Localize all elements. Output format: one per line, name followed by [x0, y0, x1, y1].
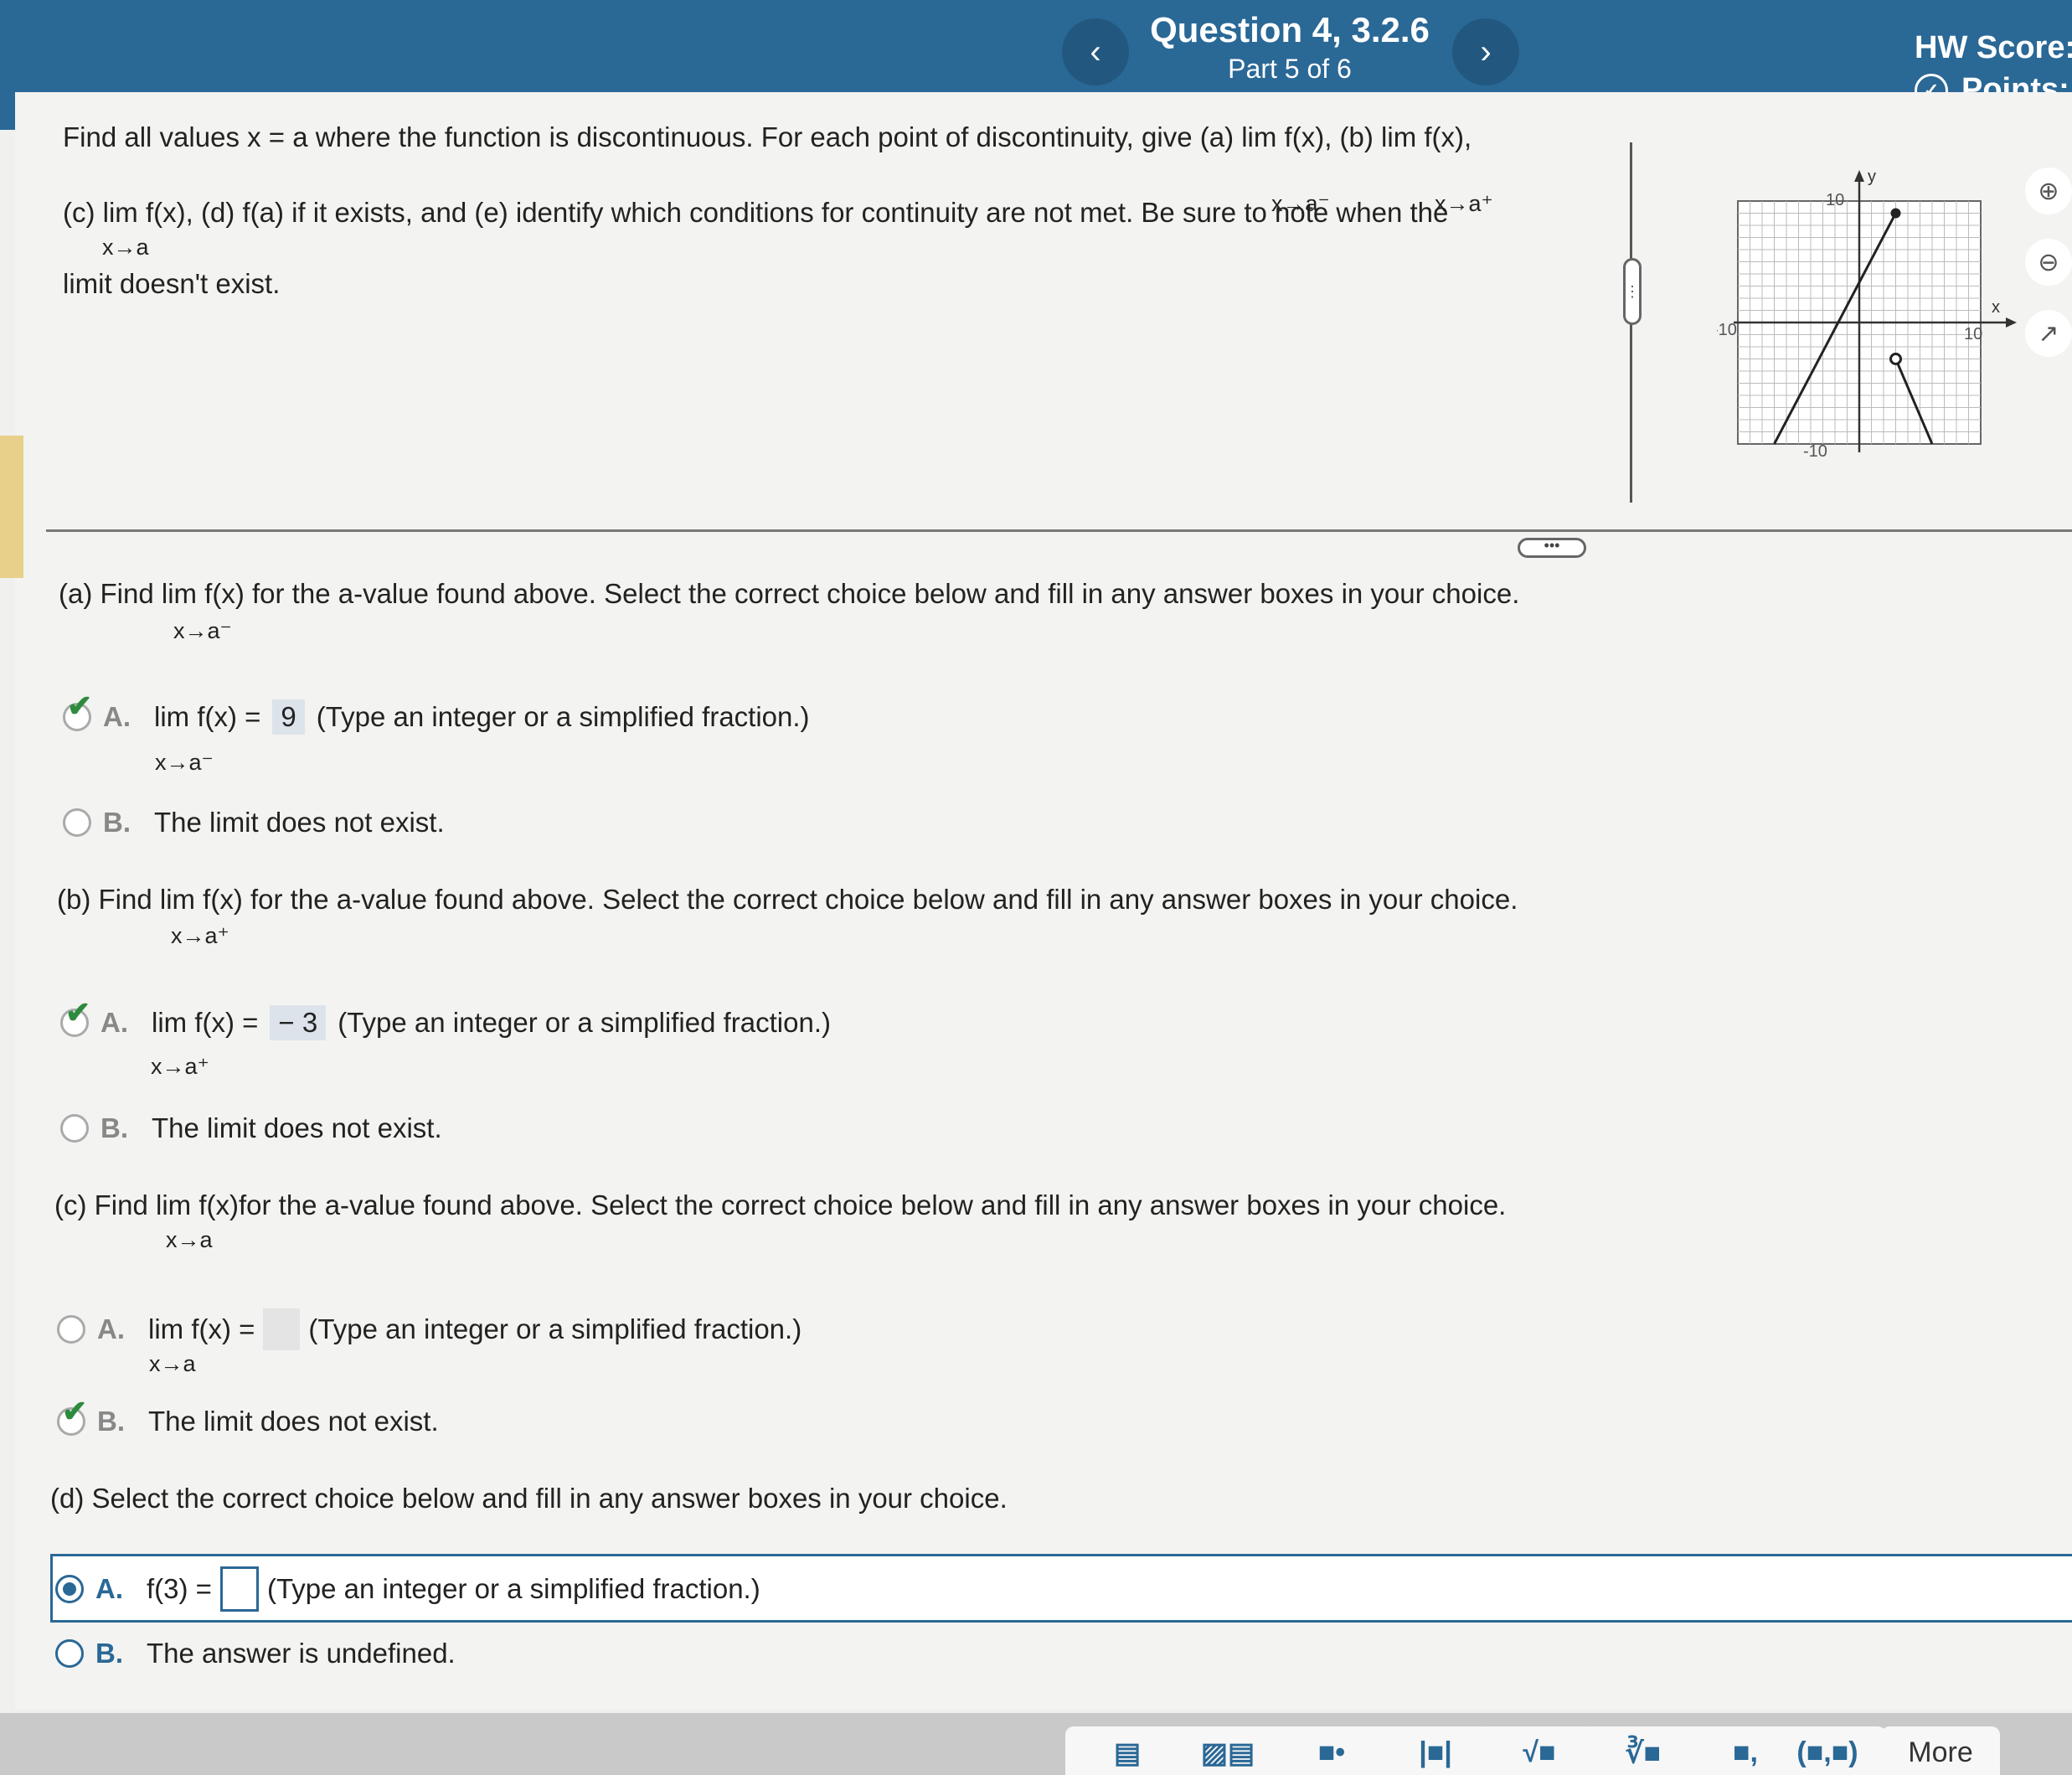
mixed-number-icon: ▨▤ [1200, 1737, 1255, 1769]
part-b-letter-b: B. [101, 1112, 128, 1143]
absolute-value-icon: |■| [1419, 1736, 1452, 1768]
problem-sub-c: x→a [102, 235, 149, 260]
part-c-radio-a[interactable] [57, 1315, 85, 1344]
part-c-hint: (Type an integer or a simplified fractio… [308, 1313, 802, 1344]
chevron-right-icon: › [1480, 33, 1492, 70]
x-tick-left: -10 [1717, 321, 1737, 339]
part-a-radio-b[interactable] [63, 808, 91, 837]
x-tick-right: 10 [1964, 325, 1982, 343]
part-b-choice-sub: x→a⁺ [151, 1054, 209, 1079]
part-a-choice-sub: x→a⁻ [155, 750, 214, 775]
part-b-prompt-sub: x→a⁺ [171, 923, 229, 948]
popout-button[interactable]: ↗ [2025, 310, 2072, 357]
part-b-prompt: (b) Find lim f(x) for the a-value found … [57, 884, 1518, 915]
exponent-icon: ■• [1317, 1736, 1346, 1768]
part-b-radio-b[interactable] [60, 1114, 89, 1143]
problem-line-2: (c) lim f(x), (d) f(a) if it exists, and… [63, 197, 1449, 228]
part-a-choice-b-text: The limit does not exist. [154, 807, 445, 838]
part-b-lim-text: lim f(x) = [152, 1007, 259, 1038]
part-c-letter-b: B. [97, 1406, 125, 1437]
part-d-choice-b-text: The answer is undefined. [147, 1638, 456, 1669]
part-a-lim-text: lim f(x) = [154, 701, 261, 732]
part-c-letter-a: A. [97, 1313, 125, 1344]
part-d-letter-a: A. [95, 1573, 123, 1604]
nth-root-icon: ∛■ [1625, 1737, 1662, 1769]
part-c-choice-b-text: The limit does not exist. [148, 1406, 439, 1437]
fraction-icon: ▤ [1113, 1737, 1142, 1769]
part-b-hint: (Type an integer or a simplified fractio… [338, 1007, 831, 1038]
ordered-pair-icon: (■,■) [1796, 1736, 1858, 1768]
part-c-choice-b[interactable]: B. The limit does not exist. [57, 1406, 439, 1437]
part-c-answer-box[interactable] [263, 1308, 301, 1350]
sqrt-icon: √■ [1523, 1736, 1556, 1768]
closed-endpoint [1890, 208, 1901, 219]
more-button[interactable]: More [1881, 1726, 2000, 1775]
sqrt-button[interactable]: √■ [1481, 1726, 1598, 1775]
x-axis-arrow [2006, 317, 2017, 328]
part-a-prompt: (a) Find lim f(x) for the a-value found … [59, 578, 1520, 609]
part-b-choice-b[interactable]: B. The limit does not exist. [60, 1112, 442, 1144]
external-link-icon: ↗ [2038, 319, 2059, 348]
exponent-button[interactable]: ■• [1273, 1726, 1390, 1775]
part-d-hint: (Type an integer or a simplified fractio… [266, 1573, 760, 1604]
part-b-answer-box[interactable]: − 3 [270, 1005, 327, 1040]
part-a-letter-b: B. [103, 807, 131, 838]
part-c-choice-sub: x→a [149, 1351, 196, 1376]
y-axis-label: y [1868, 168, 1876, 186]
pane-resize-handle[interactable]: ⋮ [1623, 258, 1642, 325]
part-b-choice-a[interactable]: A. lim f(x) = − 3 (Type an integer or a … [60, 1005, 831, 1040]
zoom-out-icon: ⊖ [2038, 248, 2059, 276]
left-accent-bar [0, 436, 23, 578]
part-d-choice-a-text: f(3) = [147, 1573, 212, 1604]
expand-handle[interactable]: ••• [1518, 538, 1586, 558]
y-tick-top: 10 [1826, 191, 1844, 209]
ordered-pair-button[interactable]: (■,■) [1769, 1726, 1886, 1775]
pane-divider-horizontal [46, 529, 2072, 532]
more-label: More [1908, 1736, 1973, 1768]
part-d-choice-b[interactable]: B. The answer is undefined. [55, 1638, 456, 1669]
y-axis-arrow [1854, 170, 1864, 182]
part-a-choice-a[interactable]: A. lim f(x) = 9 (Type an integer or a si… [63, 699, 810, 735]
x-axis-label: x [1992, 298, 2000, 317]
problem-line-3: limit doesn't exist. [63, 268, 281, 299]
part-a-answer-box[interactable]: 9 [272, 699, 305, 735]
math-toolbar: ▤ ▨▤ ■• |■| √■ ∛■ ■, (■,■) More [0, 1713, 2072, 1775]
part-b-letter-a: A. [101, 1007, 128, 1038]
next-question-button[interactable]: › [1452, 18, 1519, 85]
part-b-choice-b-text: The limit does not exist. [152, 1112, 442, 1143]
part-c-prompt-sub: x→a [166, 1227, 213, 1252]
nth-root-button[interactable]: ∛■ [1585, 1726, 1702, 1775]
problem-line-1: Find all values x = a where the function… [63, 121, 1472, 152]
part-a-choice-b[interactable]: B. The limit does not exist. [63, 807, 445, 838]
question-title: Question 4, 3.2.6 [1150, 10, 1430, 49]
zoom-in-icon: ⊕ [2038, 177, 2059, 205]
part-d-prompt: (d) Select the correct choice below and … [50, 1483, 1008, 1514]
part-c-choice-a[interactable]: A. lim f(x) = (Type an integer or a simp… [57, 1308, 801, 1350]
part-d-choice-a[interactable]: A. f(3) = (Type an integer or a simplifi… [55, 1566, 760, 1612]
part-d-radio-b[interactable] [55, 1639, 84, 1668]
part-c-check-icon: ✔ [62, 1394, 88, 1428]
part-b-check-icon: ✔ [65, 995, 91, 1029]
part-c-prompt: (c) Find lim f(x)for the a-value found a… [54, 1189, 1507, 1220]
part-d-radio-a[interactable] [55, 1575, 84, 1603]
zoom-out-button[interactable]: ⊖ [2025, 239, 2072, 286]
part-a-letter-a: A. [103, 701, 131, 732]
part-a-hint: (Type an integer or a simplified fractio… [316, 701, 810, 732]
absolute-value-button[interactable]: |■| [1377, 1726, 1494, 1775]
subscript-icon: ■, [1733, 1736, 1758, 1768]
mixed-number-button[interactable]: ▨▤ [1166, 1726, 1290, 1775]
part-d-letter-b: B. [95, 1638, 123, 1669]
y-tick-bottom: -10 [1803, 442, 1827, 461]
hw-score-label: HW Score: [1915, 30, 2072, 65]
function-graph[interactable]: y x 10 -10 -10 10 [1717, 163, 2027, 473]
zoom-in-button[interactable]: ⊕ [2025, 168, 2072, 214]
chevron-left-icon: ‹ [1090, 33, 1101, 70]
part-a-check-icon: ✔ [67, 689, 93, 723]
open-endpoint [1889, 353, 1902, 365]
question-part: Part 5 of 6 [1228, 54, 1352, 84]
part-c-lim-text: lim f(x) = [148, 1313, 255, 1344]
part-d-answer-input[interactable] [219, 1566, 259, 1612]
part-a-prompt-sub: x→a⁻ [173, 618, 232, 643]
